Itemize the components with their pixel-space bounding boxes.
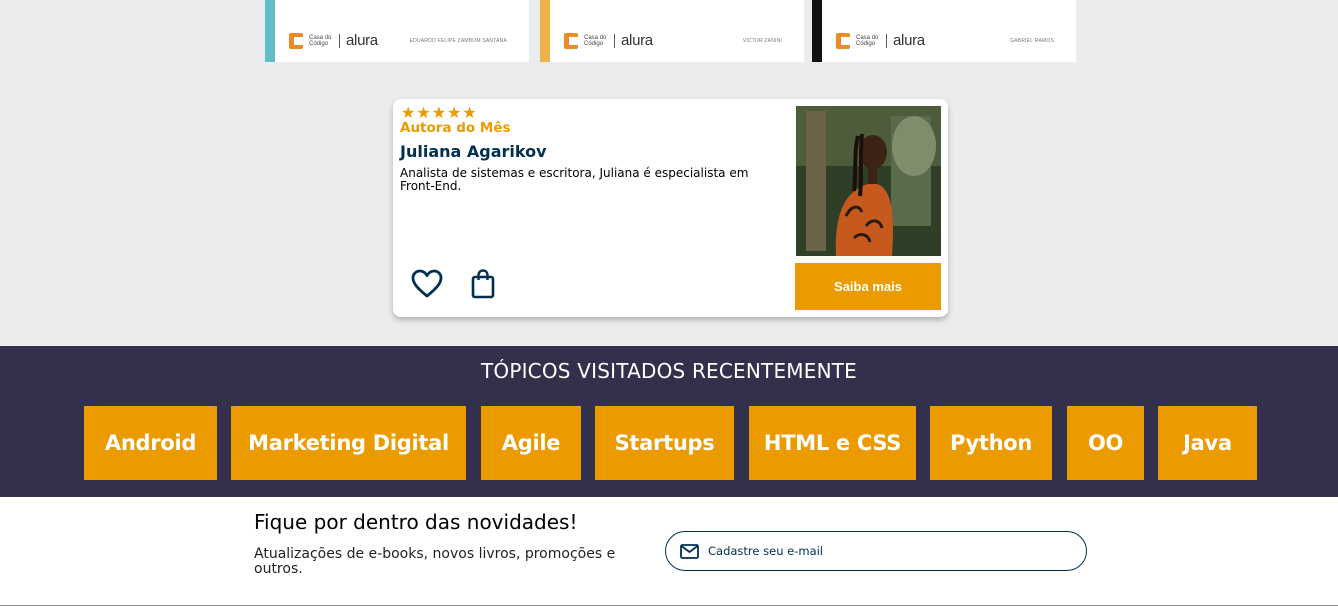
book-covers-strip: Casa do Código alura Eduardo Felipe Zamb… bbox=[265, 0, 1076, 62]
shopping-bag-icon bbox=[471, 269, 495, 299]
brand-alura: alura bbox=[346, 32, 378, 49]
casa-do-codigo-logo-icon bbox=[836, 32, 850, 49]
book-cover[interactable]: Casa do Código alura Eduardo Felipe Zamb… bbox=[265, 0, 529, 62]
publisher-logo: Casa do Código alura bbox=[836, 32, 925, 49]
newsletter-description: Atualizações de e-books, novos livros, p… bbox=[254, 546, 616, 577]
email-field[interactable] bbox=[665, 531, 1087, 571]
topic-tag-marketing-digital[interactable]: Marketing Digital bbox=[231, 406, 466, 480]
email-input[interactable] bbox=[708, 544, 1048, 558]
book-stripe bbox=[540, 0, 550, 62]
author-name: Juliana Agarikov bbox=[400, 142, 547, 161]
topic-tag-android[interactable]: Android bbox=[84, 406, 217, 480]
logo-divider bbox=[614, 33, 615, 48]
recent-topics-section: TÓPICOS VISITADOS RECENTEMENTE Android M… bbox=[0, 346, 1338, 497]
author-photo-image bbox=[796, 106, 941, 256]
book-stripe bbox=[812, 0, 822, 62]
saiba-mais-button[interactable]: Saiba mais bbox=[795, 263, 941, 310]
topic-tag-html-css[interactable]: HTML e CSS bbox=[749, 406, 916, 480]
topic-tag-java[interactable]: Java bbox=[1158, 406, 1257, 480]
recent-topics-title: TÓPICOS VISITADOS RECENTEMENTE bbox=[480, 359, 858, 383]
publisher-logo: Casa do Código alura bbox=[564, 32, 653, 49]
newsletter-section: Fique por dentro das novidades! Atualiza… bbox=[0, 497, 1338, 606]
heart-icon bbox=[411, 269, 443, 298]
author-description: Analista de sistemas e escritora, Julian… bbox=[400, 166, 749, 193]
brand-casa-do-codigo: Casa do Código bbox=[309, 34, 332, 47]
mail-icon bbox=[680, 543, 699, 559]
book-author: Victor Zanini bbox=[742, 38, 782, 44]
brand-alura: alura bbox=[893, 32, 925, 49]
book-cover[interactable]: Casa do Código alura Gabriel Ramos bbox=[812, 0, 1076, 62]
logo-divider bbox=[886, 33, 887, 48]
book-author: Gabriel Ramos bbox=[1010, 38, 1054, 44]
logo-divider bbox=[339, 33, 340, 48]
book-stripe bbox=[265, 0, 275, 62]
brand-casa-do-codigo: Casa do Código bbox=[584, 34, 607, 47]
book-author: Eduardo Felipe Zambom Santana bbox=[409, 38, 507, 44]
book-cover[interactable]: Casa do Código alura Victor Zanini bbox=[540, 0, 804, 62]
author-of-month-card: ★★★★★ Autora do Mês Juliana Agarikov Ana… bbox=[393, 99, 948, 317]
favorite-button[interactable] bbox=[409, 265, 445, 303]
author-of-month-label: Autora do Mês bbox=[400, 120, 511, 136]
topic-tag-python[interactable]: Python bbox=[930, 406, 1052, 480]
brand-alura: alura bbox=[621, 32, 653, 49]
topic-tag-startups[interactable]: Startups bbox=[595, 406, 734, 480]
topic-tag-agile[interactable]: Agile bbox=[481, 406, 581, 480]
brand-casa-do-codigo: Casa do Código bbox=[856, 34, 879, 47]
casa-do-codigo-logo-icon bbox=[289, 32, 303, 49]
casa-do-codigo-logo-icon bbox=[564, 32, 578, 49]
topic-tag-oo[interactable]: OO bbox=[1067, 406, 1144, 480]
publisher-logo: Casa do Código alura bbox=[289, 32, 378, 49]
add-to-bag-button[interactable] bbox=[465, 265, 501, 303]
newsletter-title: Fique por dentro das novidades! bbox=[254, 510, 578, 534]
author-photo bbox=[796, 106, 941, 256]
